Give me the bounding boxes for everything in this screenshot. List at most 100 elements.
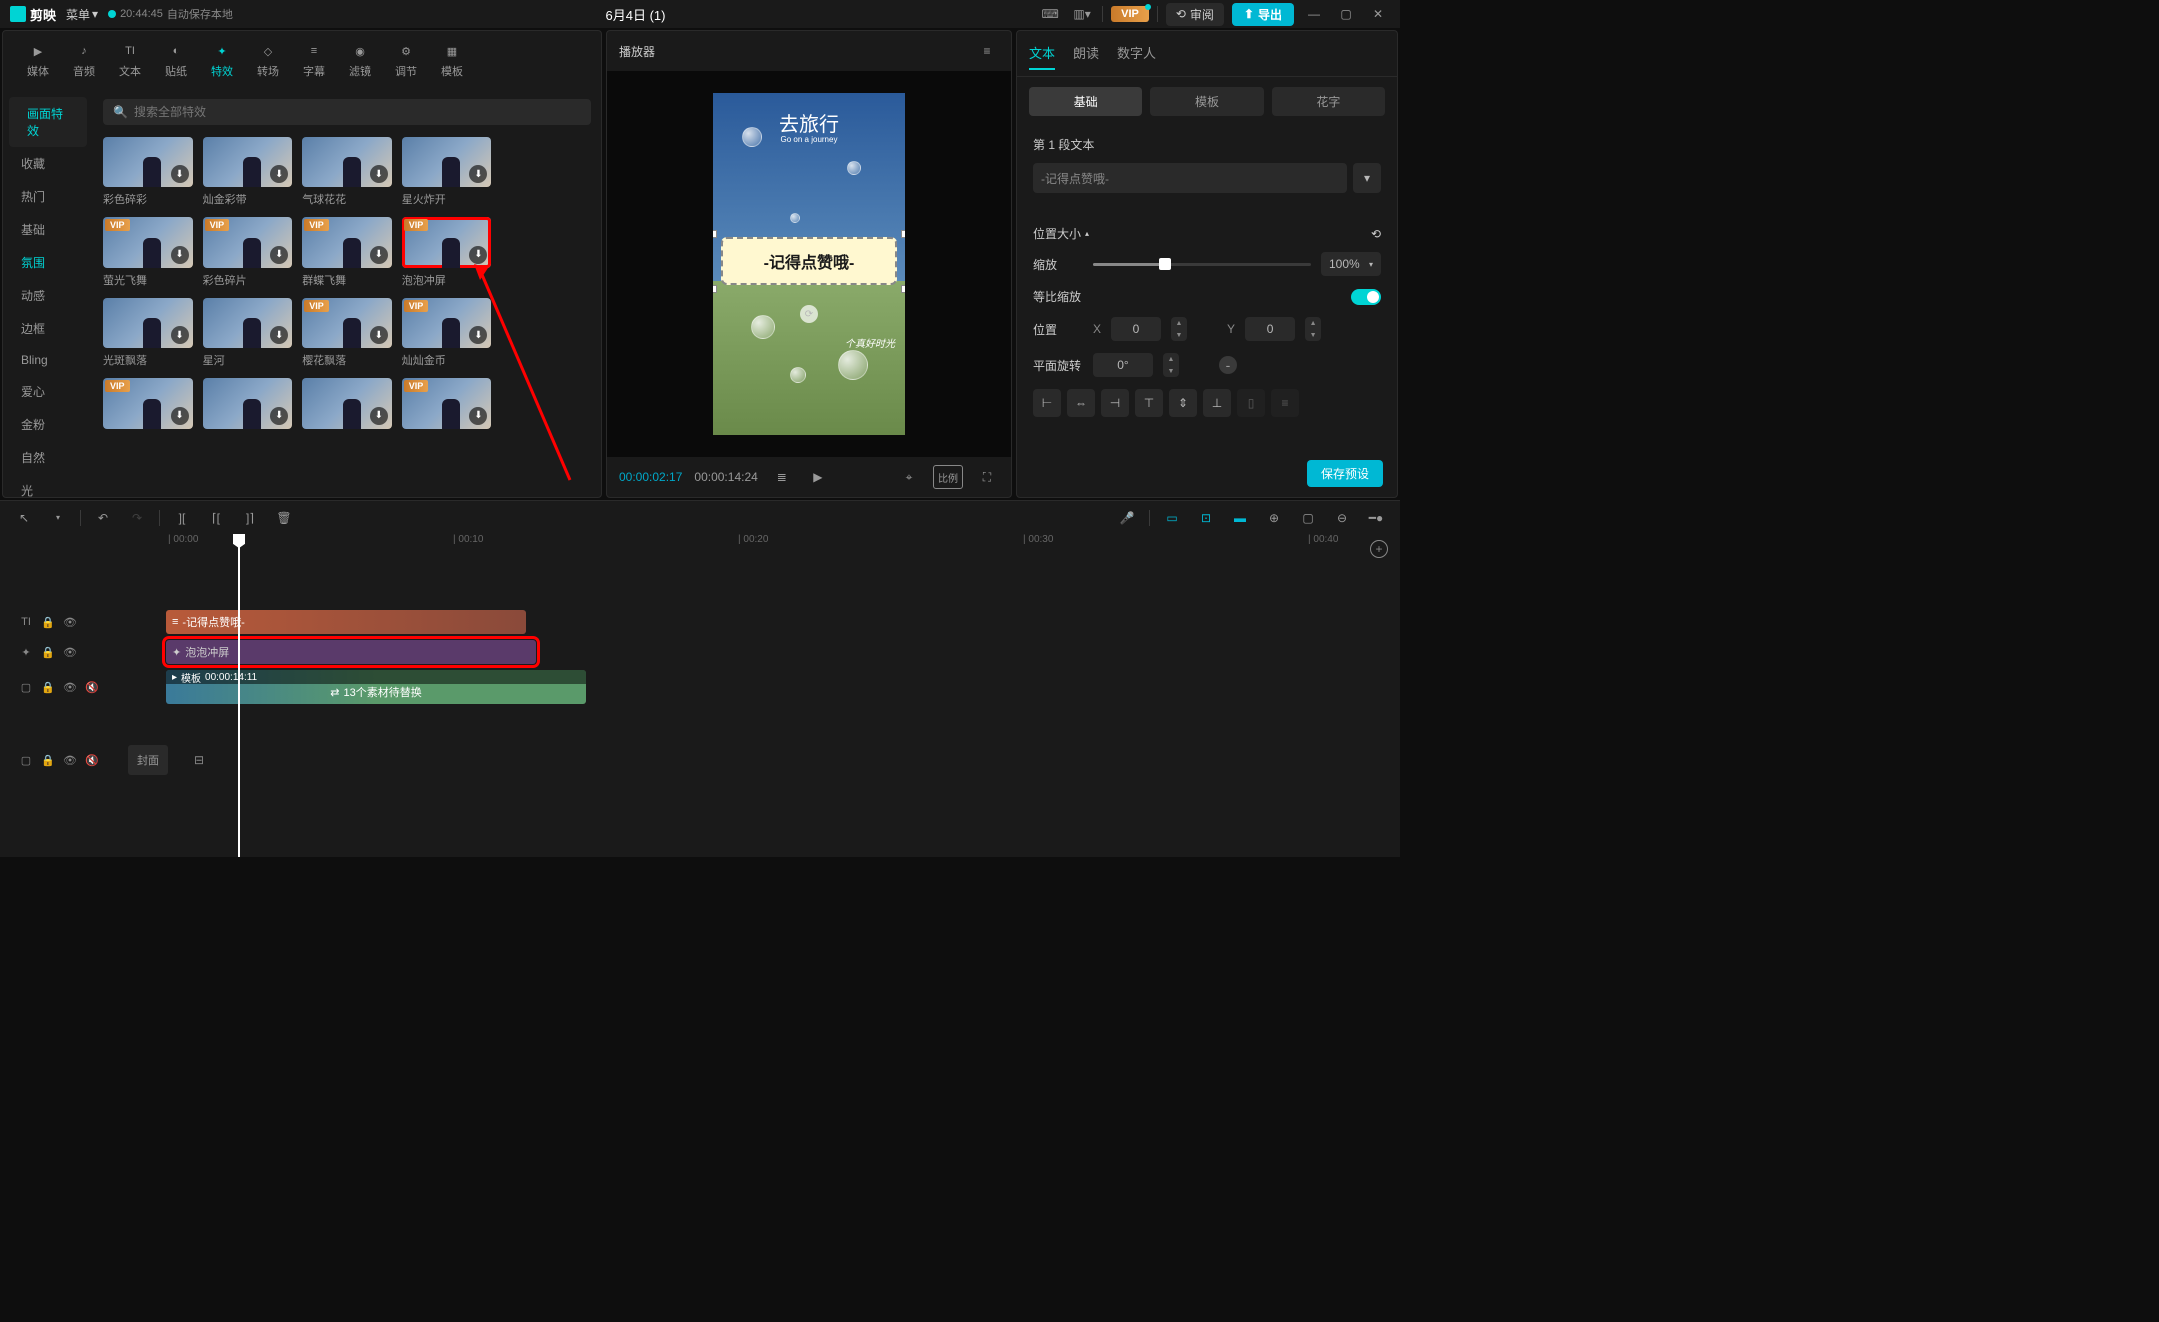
mic-button[interactable]: 🎤 xyxy=(1115,506,1139,530)
fullscreen-icon[interactable]: ⛶ xyxy=(975,465,999,489)
scale-slider[interactable] xyxy=(1093,263,1311,266)
text-dropdown-button[interactable]: ▾ xyxy=(1353,163,1381,193)
eye-icon[interactable]: 👁 xyxy=(62,752,78,768)
cover-button[interactable]: 封面 xyxy=(128,745,168,775)
player-menu-icon[interactable]: ≡ xyxy=(975,39,999,63)
nav-tab-4[interactable]: ✦特效 xyxy=(199,37,245,83)
align-top-icon[interactable]: ⊤ xyxy=(1135,389,1163,417)
crop-icon[interactable]: ⌖ xyxy=(897,465,921,489)
align-bottom-icon[interactable]: ⊥ xyxy=(1203,389,1231,417)
rotation-dash[interactable]: - xyxy=(1219,356,1237,374)
prop-tab-0[interactable]: 文本 xyxy=(1029,37,1055,70)
nav-tab-7[interactable]: ◉滤镜 xyxy=(337,37,383,83)
save-preset-button[interactable]: 保存预设 xyxy=(1307,460,1383,487)
sidebar-item-8[interactable]: 爱心 xyxy=(3,375,93,408)
proportional-scale-toggle[interactable] xyxy=(1351,289,1381,305)
effect-card-11[interactable]: ⬇星河 xyxy=(203,298,293,368)
reset-icon[interactable]: ⟲ xyxy=(1371,227,1381,241)
nav-tab-9[interactable]: ▦模板 xyxy=(429,37,475,83)
sub-tab-0[interactable]: 基础 xyxy=(1029,87,1142,116)
effect-card-15[interactable]: VIP⬇ xyxy=(103,378,193,428)
sidebar-item-1[interactable]: 收藏 xyxy=(3,147,93,180)
review-button[interactable]: ⟲ 审阅 xyxy=(1166,3,1224,26)
timeline-playhead[interactable] xyxy=(238,534,240,857)
nav-tab-5[interactable]: ◇转场 xyxy=(245,37,291,83)
text-clip[interactable]: ≡ -记得点赞哦- xyxy=(166,610,526,634)
effect-card-0[interactable]: ⬇彩色碎彩 xyxy=(103,137,193,207)
sidebar-item-10[interactable]: 自然 xyxy=(3,441,93,474)
effect-card-1[interactable]: ⬇灿金彩带 xyxy=(203,137,293,207)
position-y-input[interactable]: 0 xyxy=(1245,317,1295,341)
refresh-icon[interactable]: ⟳ xyxy=(800,305,818,323)
pos-x-down[interactable]: ▼ xyxy=(1171,329,1187,341)
effect-card-17[interactable]: ⬇ xyxy=(302,378,392,428)
effect-card-2[interactable]: ⬇气球花花 xyxy=(302,137,392,207)
menu-button[interactable]: 菜单 ▾ xyxy=(66,6,98,23)
rotation-input[interactable]: 0° xyxy=(1093,353,1153,377)
effect-card-12[interactable]: VIP⬇樱花飘落 xyxy=(302,298,392,368)
snap-button-3[interactable]: ▬ xyxy=(1228,506,1252,530)
maximize-button[interactable]: ▢ xyxy=(1334,2,1358,26)
effect-card-18[interactable]: VIP⬇ xyxy=(402,378,492,428)
sidebar-item-9[interactable]: 金粉 xyxy=(3,408,93,441)
export-button[interactable]: ⬆ 导出 xyxy=(1232,3,1294,26)
pointer-dropdown[interactable]: ▾ xyxy=(46,506,70,530)
search-input[interactable]: 🔍 xyxy=(103,99,591,125)
zoom-out-button[interactable]: ⊖ xyxy=(1330,506,1354,530)
sidebar-item-11[interactable]: 光 xyxy=(3,474,93,497)
lock-icon[interactable]: 🔒 xyxy=(40,679,56,695)
align-center-v-icon[interactable]: ⇕ xyxy=(1169,389,1197,417)
sub-tab-1[interactable]: 模板 xyxy=(1150,87,1263,116)
pointer-tool[interactable]: ↖ xyxy=(12,506,36,530)
player-canvas[interactable]: 去旅行 Go on a journey -记得点赞哦- ⟳ 个真好时光 xyxy=(607,71,1011,457)
effect-card-8[interactable]: VIP⬇泡泡冲屏 xyxy=(402,217,492,287)
link-button[interactable]: ⊕ xyxy=(1262,506,1286,530)
effect-card-6[interactable]: VIP⬇彩色碎片 xyxy=(203,217,293,287)
sidebar-item-0[interactable]: 画面特效 xyxy=(9,97,87,147)
layout-icon[interactable]: ▥▾ xyxy=(1070,2,1094,26)
close-button[interactable]: ✕ xyxy=(1366,2,1390,26)
sidebar-item-4[interactable]: 氛围 xyxy=(3,246,93,279)
effect-card-13[interactable]: VIP⬇灿灿金币 xyxy=(402,298,492,368)
eye-icon[interactable]: 👁 xyxy=(62,614,78,630)
list-icon[interactable]: ≣ xyxy=(770,465,794,489)
prop-tab-1[interactable]: 朗读 xyxy=(1073,37,1099,70)
nav-tab-0[interactable]: ▶媒体 xyxy=(15,37,61,83)
frame-banner-text[interactable]: -记得点赞哦- xyxy=(721,237,897,285)
align-center-h-icon[interactable]: ⇔ xyxy=(1067,389,1095,417)
eye-icon[interactable]: 👁 xyxy=(62,679,78,695)
align-left-icon[interactable]: ⊢ xyxy=(1033,389,1061,417)
sidebar-item-6[interactable]: 边框 xyxy=(3,312,93,345)
text-content-input[interactable] xyxy=(1033,163,1347,193)
nav-tab-2[interactable]: TI文本 xyxy=(107,37,153,83)
effect-clip[interactable]: ✦ 泡泡冲屏 xyxy=(166,640,536,664)
split-right-button[interactable]: ]⌉ xyxy=(238,506,262,530)
nav-tab-3[interactable]: ◐贴纸 xyxy=(153,37,199,83)
mute-icon[interactable]: 🔇 xyxy=(84,679,100,695)
align-right-icon[interactable]: ⊣ xyxy=(1101,389,1129,417)
sidebar-item-2[interactable]: 热门 xyxy=(3,180,93,213)
split-left-button[interactable]: ⌈[ xyxy=(204,506,228,530)
mute-icon[interactable]: 🔇 xyxy=(84,752,100,768)
prop-tab-2[interactable]: 数字人 xyxy=(1117,37,1156,70)
undo-button[interactable]: ↶ xyxy=(91,506,115,530)
stack-icon[interactable]: ⊟ xyxy=(186,747,212,773)
sidebar-item-3[interactable]: 基础 xyxy=(3,213,93,246)
vip-badge[interactable]: VIP xyxy=(1111,6,1149,22)
effect-card-3[interactable]: ⬇星火炸开 xyxy=(402,137,492,207)
effect-card-7[interactable]: VIP⬇群蝶飞舞 xyxy=(302,217,392,287)
effect-card-10[interactable]: ⬇光斑飘落 xyxy=(103,298,193,368)
ratio-icon[interactable]: 比例 xyxy=(933,465,963,489)
split-button[interactable]: ]​[ xyxy=(170,506,194,530)
lock-icon[interactable]: 🔒 xyxy=(40,644,56,660)
sidebar-item-7[interactable]: Bling xyxy=(3,345,93,375)
pos-y-up[interactable]: ▲ xyxy=(1305,317,1321,329)
rot-down[interactable]: ▼ xyxy=(1163,365,1179,377)
zoom-slider[interactable]: ━● xyxy=(1364,506,1388,530)
snap-button-1[interactable]: ▭ xyxy=(1160,506,1184,530)
keyboard-icon[interactable]: ⌨ xyxy=(1038,2,1062,26)
nav-tab-6[interactable]: ≡字幕 xyxy=(291,37,337,83)
screen-button[interactable]: ▢ xyxy=(1296,506,1320,530)
snap-button-2[interactable]: ⊡ xyxy=(1194,506,1218,530)
lock-icon[interactable]: 🔒 xyxy=(40,614,56,630)
